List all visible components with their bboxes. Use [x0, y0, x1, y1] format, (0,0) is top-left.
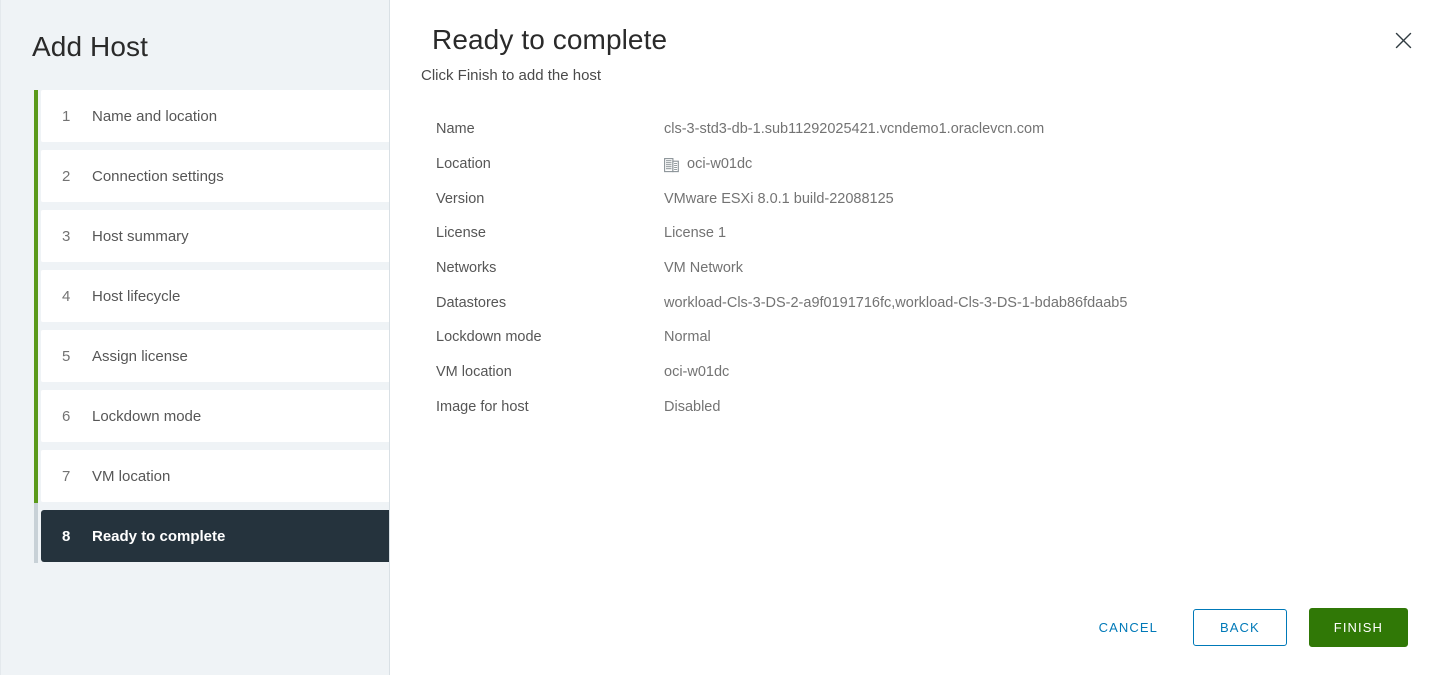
wizard-step-number: 4 — [62, 287, 71, 305]
wizard-footer: CANCEL BACK FINISH — [1083, 608, 1408, 647]
finish-button[interactable]: FINISH — [1308, 608, 1408, 647]
summary-key: Networks — [436, 260, 497, 277]
wizard-step-6[interactable]: 6 Lockdown mode — [41, 390, 389, 442]
wizard-step-8[interactable]: 8 Ready to complete — [41, 510, 389, 562]
summary-value-text: oci-w01dc — [664, 364, 730, 381]
wizard-step-label: Connection settings — [92, 167, 224, 185]
progress-rail-complete — [34, 90, 38, 503]
back-button[interactable]: BACK — [1192, 609, 1287, 646]
wizard-step-label: VM location — [92, 467, 171, 485]
wizard-title: Add Host — [32, 31, 148, 62]
summary-key: Location — [436, 156, 491, 173]
summary-key: Version — [436, 190, 485, 207]
wizard-step-label: Name and location — [92, 107, 218, 125]
wizard-step-number: 7 — [62, 467, 71, 485]
wizard-step-label: Ready to complete — [92, 527, 226, 545]
wizard-sidebar: Add Host 1 Name and location 2 Connection s… — [0, 0, 390, 675]
summary-value-text: oci-w01dc — [687, 156, 753, 173]
summary-value: cls-3-std3-db-1.sub11292025421.vcndemo1.… — [664, 121, 1044, 137]
summary-value: License 1 — [664, 225, 726, 241]
summary-value-text: workload-Cls-3-DS-2-a9f0191716fc,workloa… — [664, 294, 1128, 311]
wizard-step-number: 3 — [62, 227, 71, 245]
datacenter-icon — [664, 157, 679, 173]
wizard-step-label: Lockdown mode — [92, 407, 202, 425]
progress-rail-remaining — [34, 503, 38, 563]
wizard-step-label: Assign license — [92, 347, 188, 365]
summary-row: License License 1 — [436, 216, 1439, 251]
summary-row: Name cls-3-std3-db-1.sub11292025421.vcnde… — [436, 112, 1439, 147]
add-host-wizard: Add Host 1 Name and location 2 Connection s… — [0, 0, 1439, 675]
summary-value: oci-w01dc — [664, 364, 729, 380]
summary-row: Datastores workload-Cls-3-DS-2-a9f0191716… — [436, 285, 1439, 320]
wizard-step-3[interactable]: 3 Host summary — [41, 210, 389, 262]
summary-value-text: VM Network — [664, 260, 743, 277]
wizard-step-4[interactable]: 4 Host lifecycle — [41, 270, 389, 322]
summary-row: Version VMware ESXi 8.0.1 build-22088125 — [436, 181, 1439, 216]
summary-value: oci-w01dc — [664, 156, 753, 173]
wizard-step-1[interactable]: 1 Name and location — [41, 90, 389, 142]
cancel-button[interactable]: CANCEL — [1083, 611, 1174, 644]
summary-row: Networks VM Network — [436, 251, 1439, 286]
summary-key: Lockdown mode — [436, 329, 542, 346]
summary-table: Name cls-3-std3-db-1.sub11292025421.vcnde… — [390, 112, 1439, 424]
summary-value-text: cls-3-std3-db-1.sub11292025421.vcndemo1.… — [664, 121, 1045, 138]
summary-value-text: VMware ESXi 8.0.1 build-22088125 — [664, 190, 894, 207]
page-title: Ready to complete — [432, 24, 668, 55]
summary-row: Location oci-w01dc — [436, 147, 1439, 182]
wizard-main-panel: Ready to complete Click Finish to add th… — [390, 0, 1439, 675]
summary-value-text: Disabled — [664, 398, 721, 415]
summary-key: License — [436, 225, 486, 242]
summary-key: Image for host — [436, 398, 529, 415]
summary-value: Disabled — [664, 399, 720, 415]
summary-key: Datastores — [436, 294, 507, 311]
summary-value: Normal — [664, 329, 711, 345]
page-subtitle: Click Finish to add the host — [421, 67, 602, 84]
wizard-step-number: 1 — [62, 107, 71, 125]
wizard-step-number: 5 — [62, 347, 71, 365]
wizard-step-label: Host summary — [92, 227, 189, 245]
wizard-step-number: 2 — [62, 167, 71, 185]
summary-row: Lockdown mode Normal — [436, 320, 1439, 355]
wizard-step-label: Host lifecycle — [92, 287, 181, 305]
wizard-step-list: 1 Name and location 2 Connection settings 3 H… — [1, 90, 389, 563]
summary-row: Image for host Disabled — [436, 390, 1439, 425]
wizard-step-number: 8 — [62, 527, 71, 545]
summary-row: VM location oci-w01dc — [436, 355, 1439, 390]
wizard-step-number: 6 — [62, 407, 71, 425]
wizard-step-5[interactable]: 5 Assign license — [41, 330, 389, 382]
wizard-step-2[interactable]: 2 Connection settings — [41, 150, 389, 202]
close-icon[interactable] — [1389, 26, 1417, 54]
wizard-step-7[interactable]: 7 VM location — [41, 450, 389, 502]
summary-value-text: Normal — [664, 329, 711, 346]
summary-value: VM Network — [664, 260, 743, 276]
summary-key: VM location — [436, 364, 512, 381]
summary-key: Name — [436, 121, 475, 138]
summary-value: workload-Cls-3-DS-2-a9f0191716fc,workloa… — [664, 295, 1127, 311]
summary-value-text: License 1 — [664, 225, 727, 242]
summary-value: VMware ESXi 8.0.1 build-22088125 — [664, 191, 894, 207]
